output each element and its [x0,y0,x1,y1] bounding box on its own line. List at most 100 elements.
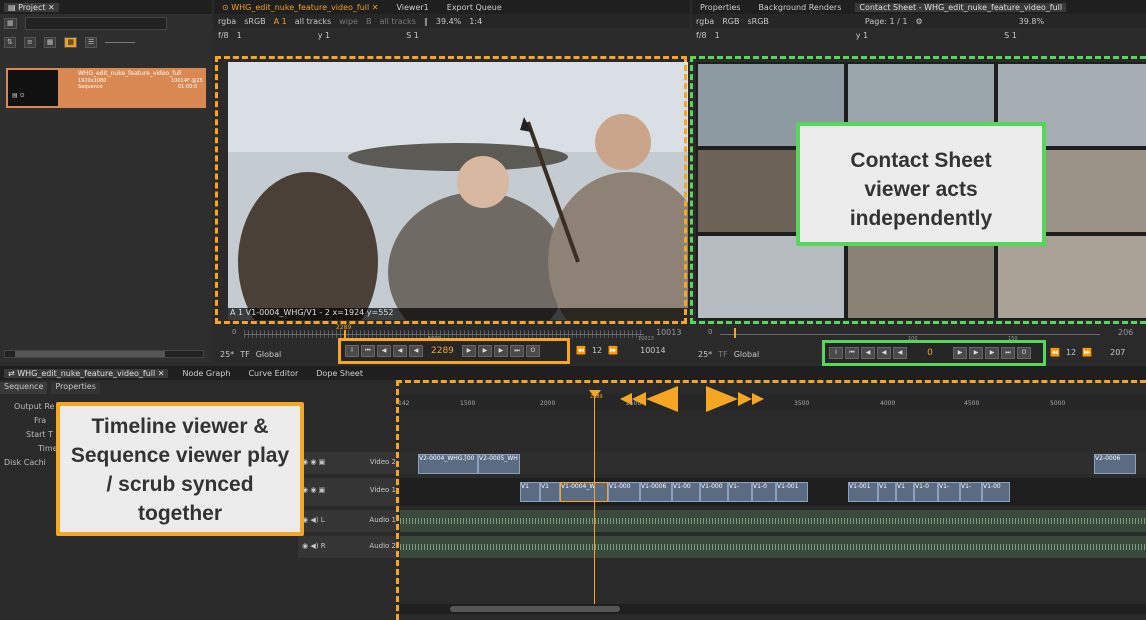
contact-prevkey-icon[interactable]: ◀ [861,347,875,359]
tf-select[interactable]: TF [240,350,250,359]
saturation-control[interactable]: S 1 [406,31,419,40]
grid-view-icon[interactable]: ▦ [64,36,77,48]
contact-end-icon[interactable]: ⏭ [1001,347,1015,359]
tab-node-graph[interactable]: Node Graph [178,369,234,378]
step-control[interactable]: 1 [237,31,242,40]
contact-global[interactable]: Global [734,350,760,359]
contact-playhead[interactable] [734,328,736,338]
tracks-b-select[interactable]: all tracks [379,17,415,26]
prop-disk-cache: Disk Cachi [4,458,46,467]
contact-end-frame[interactable]: 207 [1110,348,1125,357]
track-header-audio1[interactable]: ◉ ◀) L Audio 1 [298,510,398,532]
next-key-icon[interactable]: ▶ [493,345,508,357]
zoom-select[interactable]: 39.4% [436,17,461,26]
step-back-icon[interactable]: ◀ [393,345,407,357]
timeline-tabbar: ⇄ WHG_edit_nuke_feature_video_full ✕ Nod… [0,366,1146,380]
global-select[interactable]: Global [256,350,282,359]
skip-back-icon[interactable]: ⏪ [576,346,586,355]
contact-stepback-icon[interactable]: ◀ [877,347,891,359]
contact-skip-amount[interactable]: 12 [1066,348,1076,357]
contact-zoom-select[interactable]: 39.8% [1019,17,1044,26]
tab-sequence-viewer[interactable]: ⊙ WHG_edit_nuke_feature_video_full ✕ [218,3,382,12]
contact-fstop[interactable]: f/8 [696,31,707,40]
viewer-skip-controls: ⏪ 12 ⏩ 10014 [576,346,666,355]
contact-in-icon[interactable]: I [829,347,843,359]
contact-play-icon[interactable]: ▶ [953,347,967,359]
project-search-input[interactable] [24,16,167,30]
input-b-select[interactable]: B [366,17,372,26]
contact-transport-controls: I ⏮ ◀ ◀ ◀ 0 ▶ ▶ ▶ ⏭ O [822,340,1046,366]
track-header-audio2[interactable]: ◉ ◀) R Audio 2 [298,536,398,558]
contact-out-icon[interactable]: O [1017,347,1031,359]
contact-saturation[interactable]: S 1 [1004,31,1017,40]
speaker-icon[interactable]: ◉ ◀) R [302,542,326,550]
contact-start-icon[interactable]: ⏮ [845,347,859,359]
contact-settings-icon[interactable]: ⚙ [915,17,922,26]
tab-viewer1[interactable]: Viewer1 [392,3,432,12]
skip-forward-icon[interactable]: ⏩ [608,346,618,355]
contact-skipfwd-icon[interactable]: ⏩ [1082,348,1092,357]
tab-curve-editor[interactable]: Curve Editor [244,369,302,378]
ratio-select[interactable]: 1:4 [469,17,482,26]
contact-fps[interactable]: 25* [698,350,712,359]
thumb-view-icon[interactable]: ▦ [43,36,57,48]
contact-frame-field[interactable]: 0 [909,348,951,358]
play-forward-icon[interactable]: ▶ [461,345,476,357]
tab-background-renders[interactable]: Background Renders [754,3,845,12]
input-a-select[interactable]: A 1 [274,17,287,26]
tab-export-queue[interactable]: Export Queue [443,3,506,12]
thumb-size-slider[interactable] [105,41,136,43]
tab-dope-sheet[interactable]: Dope Sheet [312,369,367,378]
grid-icon[interactable]: ▦ [4,17,17,29]
speaker-icon[interactable]: ◉ ◀) L [302,516,325,524]
contact-playback-icon[interactable]: ◀ [893,347,907,359]
detail-view-icon[interactable]: ☰ [85,36,98,48]
tab-project[interactable]: ▤ Project ✕ [4,2,59,12]
sort-icon[interactable]: ⇅ [4,36,16,48]
tracks-select[interactable]: all tracks [295,17,331,26]
track-eye-icon[interactable]: ◉ ◉ ▣ [302,458,325,466]
tab-properties[interactable]: Properties [696,3,744,12]
contact-tf[interactable]: TF [718,350,728,359]
contact-lut-select[interactable]: sRGB [747,17,768,26]
contact-channel-select[interactable]: rgba [696,17,714,26]
prev-key-icon[interactable]: ◀ [377,345,391,357]
step-forward-icon[interactable]: ▶ [477,345,492,357]
tab-contact-sheet[interactable]: Contact Sheet - WHG_edit_nuke_feature_vi… [855,2,1067,12]
in-point-icon[interactable]: I [345,345,359,357]
viewer-frame-field[interactable]: 2289 [425,346,460,356]
go-end-icon[interactable]: ⏭ [509,345,524,357]
list-view-icon[interactable]: ≡ [23,36,36,48]
contact-step[interactable]: 1 [715,31,720,40]
pause-icon[interactable]: ∥ [424,17,428,26]
gamma-control[interactable]: y 1 [318,31,330,40]
skip-amount[interactable]: 12 [592,346,602,355]
lut-select[interactable]: sRGB [244,17,265,26]
wipe-select[interactable]: wipe [339,17,358,26]
tab-timeline[interactable]: ⇄ WHG_edit_nuke_feature_video_full ✕ [4,368,169,378]
contact-gamma[interactable]: y 1 [856,31,868,40]
track-header-video2[interactable]: ◉ ◉ ▣ Video 2 [298,452,398,474]
page-select[interactable]: Page: 1 / 1 [865,17,908,26]
contact-color-select[interactable]: RGB [722,17,739,26]
project-tabbar: ▤ Project ✕ [0,0,212,14]
go-start-icon[interactable]: ⏮ [361,345,375,357]
end-frame-field[interactable]: 10014 [640,346,665,355]
folder-icon: ▤ [8,2,19,12]
timeline-callout: Timeline viewer & Sequence viewer play /… [56,402,304,536]
project-item-sequence[interactable]: ▤ ⊙ WHG_edit_nuke_feature_video_full 192… [6,68,206,108]
contact-stepfwd-icon[interactable]: ▶ [969,347,983,359]
out-point-icon[interactable]: O [525,345,540,357]
project-scrollbar[interactable] [4,350,204,358]
subtab-properties[interactable]: Properties [51,382,100,394]
play-back-icon[interactable]: ◀ [409,345,423,357]
subtab-sequence[interactable]: Sequence [0,382,48,394]
track-header-video1[interactable]: ◉ ◉ ▣ Video 1 [298,478,398,506]
contact-skipback-icon[interactable]: ⏪ [1050,348,1060,357]
track-eye-icon[interactable]: ◉ ◉ ▣ [302,486,325,494]
fstop-control[interactable]: f/8 [218,31,229,40]
contact-nextkey-icon[interactable]: ▶ [985,347,999,359]
viewer-toolbar: rgba sRGB A 1 all tracks wipe B all trac… [214,14,690,28]
channel-select[interactable]: rgba [218,17,236,26]
fps-select[interactable]: 25* [220,350,234,359]
